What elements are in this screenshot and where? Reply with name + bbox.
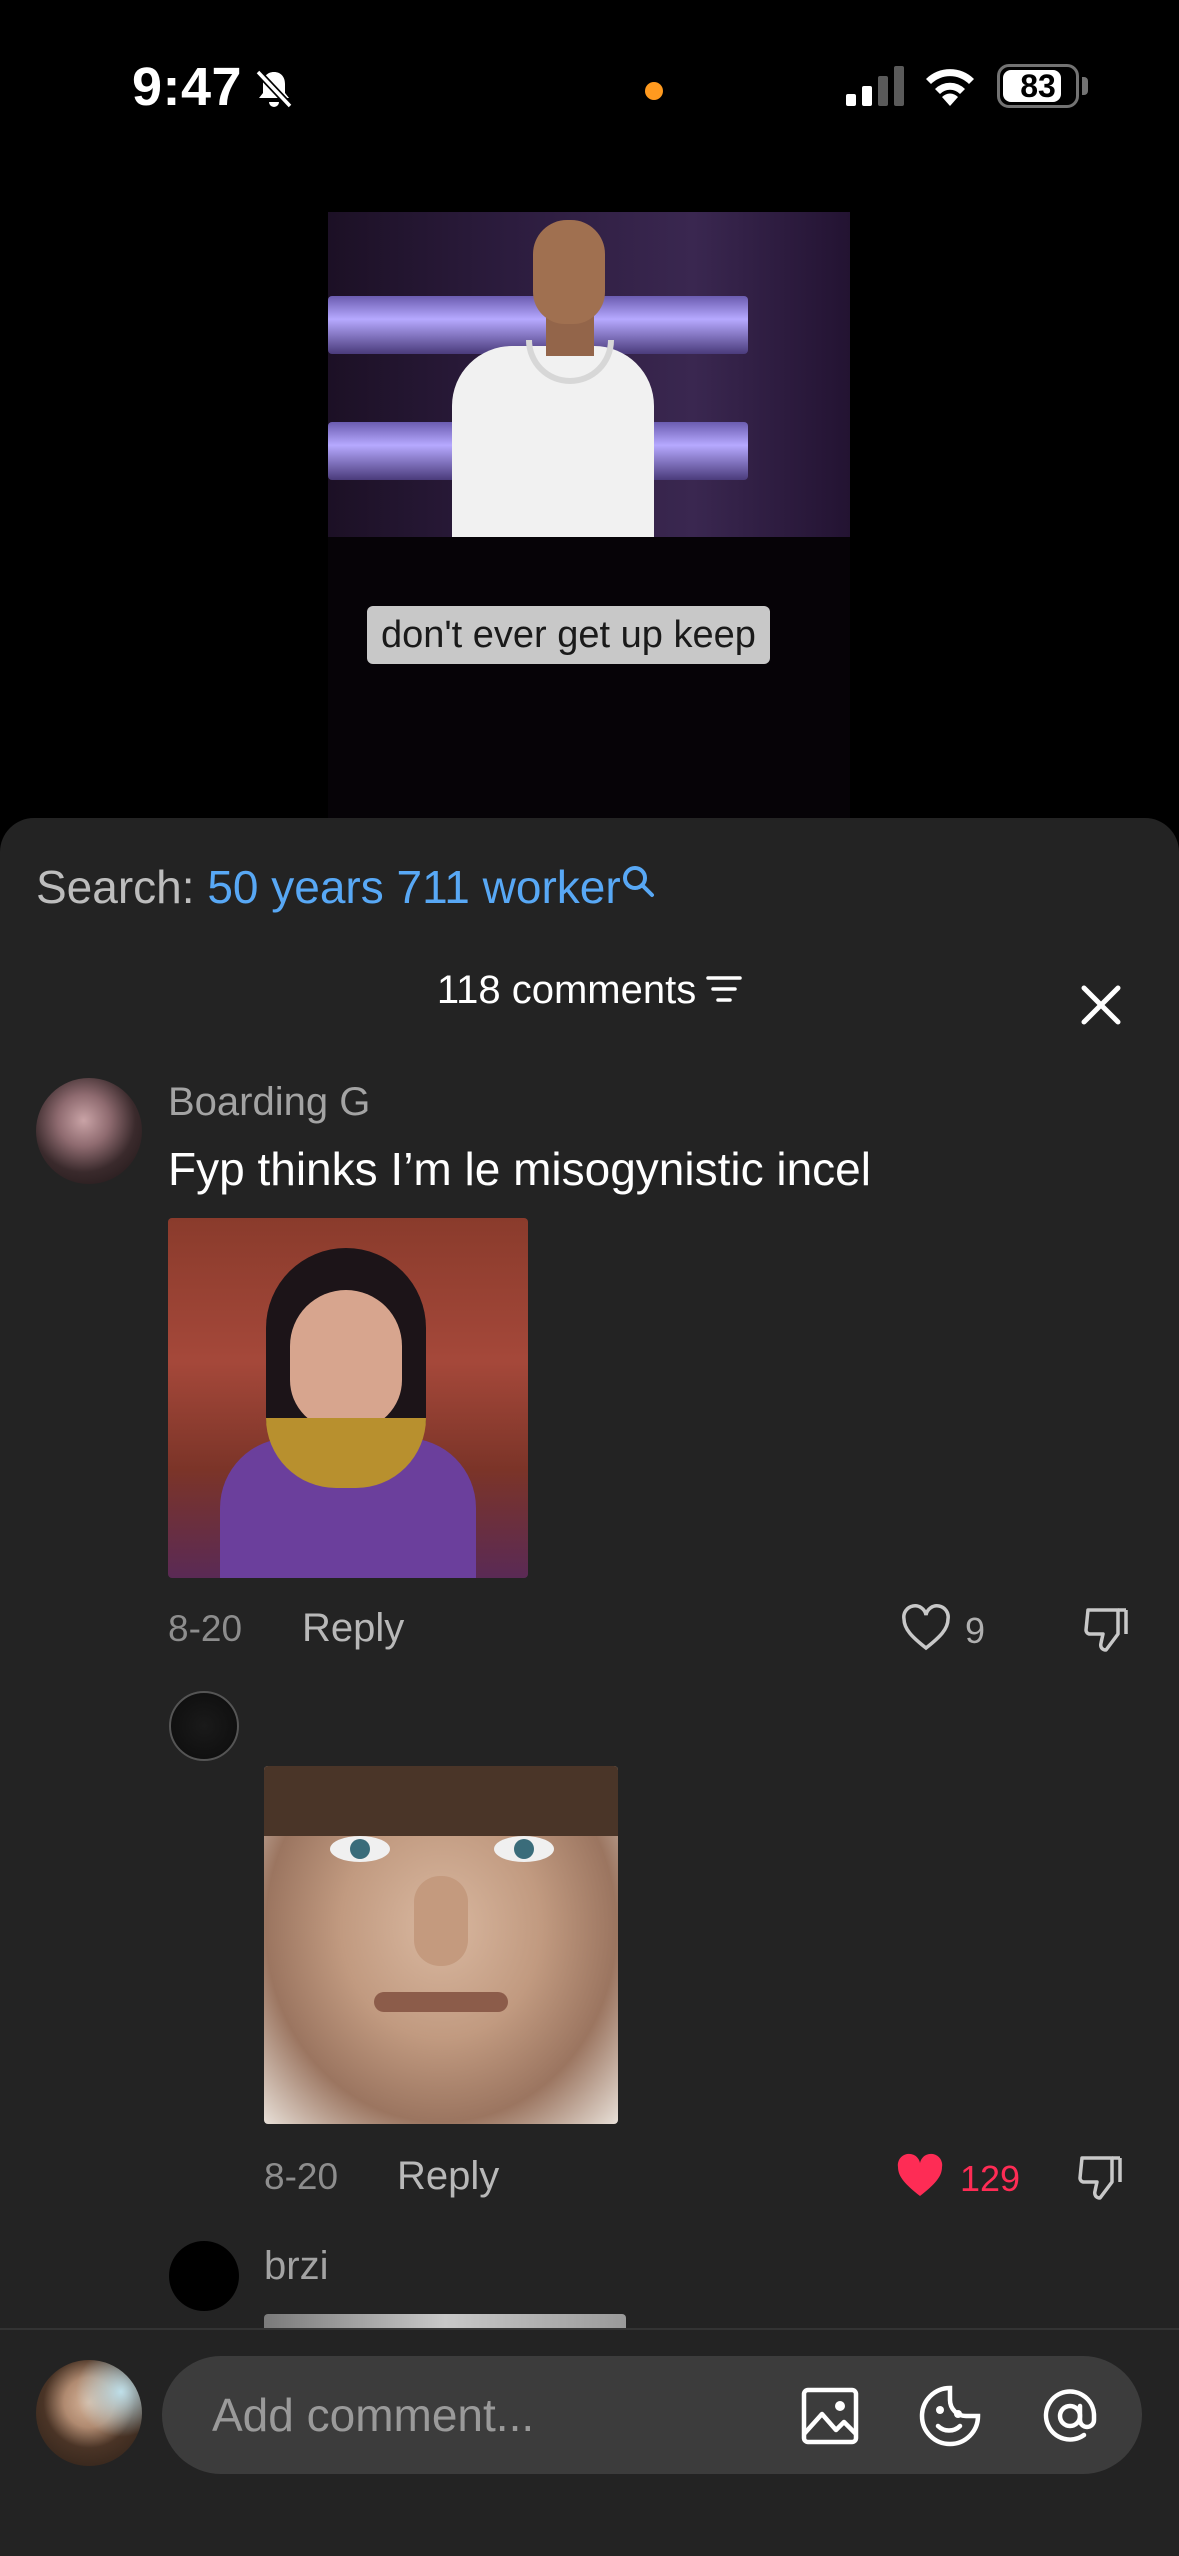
bell-off-icon [255,69,293,109]
face-eye [494,1836,554,1862]
comment-date: 8-20 [264,2156,339,2197]
status-time: 9:47 [132,57,243,117]
search-prefix: Search: [36,861,208,913]
face-hair [264,1766,618,1836]
status-bar: 9:47 83 [0,0,1179,175]
video-caption: don't ever get up keep [367,606,770,664]
face-nose [414,1876,468,1966]
self-avatar[interactable] [36,2360,142,2466]
dislike-icon[interactable] [1074,2152,1126,2204]
avatar[interactable] [36,1078,142,1184]
face-eye [330,1836,390,1862]
heart-icon[interactable] [900,1604,952,1652]
face-mouth [374,1992,508,2012]
reply-button[interactable]: Reply [302,1606,404,1651]
comment-username[interactable]: Boarding G [168,1080,370,1125]
comment-composer-bar [0,2328,1179,2556]
comments-sheet: Search: 50 years 711 worker 118 comments… [0,818,1179,2556]
comment-sticker-image[interactable] [264,1766,618,2124]
signal-icon [846,66,904,106]
dislike-icon[interactable] [1080,1604,1132,1656]
self-avatar-bg [36,2360,142,2466]
video-frame [328,212,850,537]
image-icon[interactable] [798,2384,862,2448]
emoji-icon[interactable] [918,2384,982,2448]
comment-text: Fyp thinks I’m le misogynistic incel [168,1143,871,1195]
battery-icon: 83 [997,64,1079,108]
filter-icon[interactable] [706,974,742,1004]
comment-username[interactable]: brzi [264,2244,328,2289]
person-head [533,220,605,324]
search-term-link[interactable]: 50 years 711 worker [207,861,620,913]
battery-nub [1082,77,1088,95]
avatar[interactable] [169,2241,239,2311]
add-comment-input[interactable] [162,2356,1142,2474]
battery-percent: 83 [1020,68,1056,104]
privacy-indicator-dot [645,82,663,100]
wifi-icon [926,69,974,106]
comments-count: 118 comments [436,968,697,1012]
avatar[interactable] [169,1691,239,1761]
search-suggestion[interactable]: Search: 50 years 711 worker [36,860,655,914]
doll-face [290,1290,402,1430]
comments-header: 118 comments [0,968,1179,1013]
video-player[interactable]: don't ever get up keep [328,212,850,822]
like-count: 129 [960,2158,1021,2199]
comment-sticker-image[interactable] [168,1218,528,1578]
like-count: 9 [965,1610,986,1651]
reply-button[interactable]: Reply [397,2154,499,2199]
comment-date: 8-20 [168,1608,243,1649]
search-icon [622,866,654,897]
at-icon[interactable] [1038,2384,1102,2448]
heart-icon[interactable] [894,2152,946,2200]
close-icon[interactable] [1078,982,1124,1028]
